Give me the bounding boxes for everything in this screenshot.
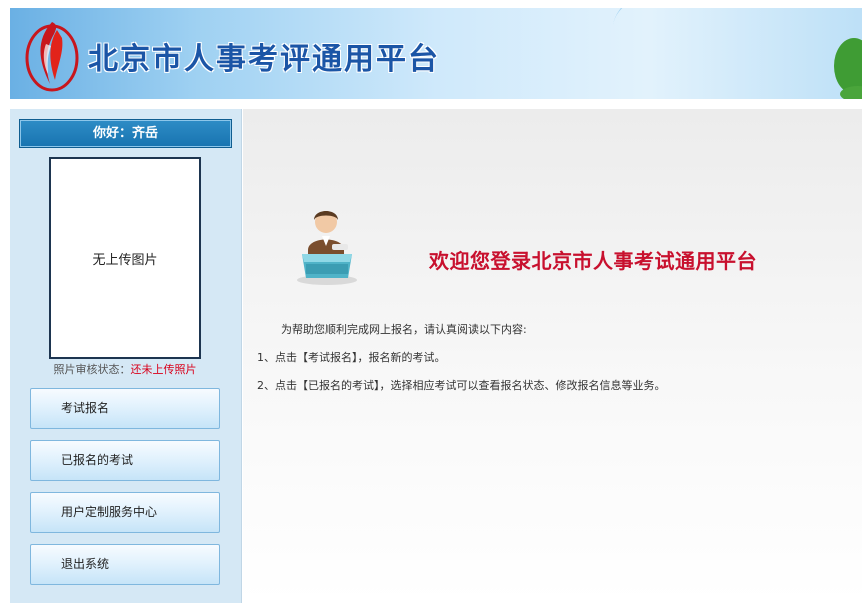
photo-status-value: 还未上传照片 [130, 363, 197, 376]
flame-logo-icon [25, 22, 79, 92]
photo-status-label: 照片审核状态： [53, 363, 131, 376]
registered-exams-button[interactable]: 已报名的考试 [30, 440, 220, 481]
header-banner: 北京市人事考评通用平台 [10, 8, 862, 99]
exam-registration-button[interactable]: 考试报名 [30, 388, 220, 429]
photo-status: 照片审核状态：还未上传照片 [10, 361, 240, 377]
tree-decoration-icon [834, 38, 862, 99]
user-service-center-button[interactable]: 用户定制服务中心 [30, 492, 220, 533]
main-content: 欢迎您登录北京市人事考试通用平台 为帮助您顺利完成网上报名，请认真阅读以下内容:… [243, 109, 862, 603]
welcome-heading: 欢迎您登录北京市人事考试通用平台 [429, 249, 757, 273]
user-photo-box: 无上传图片 [49, 157, 201, 359]
site-title: 北京市人事考评通用平台 [88, 42, 440, 77]
intro-text: 为帮助您顺利完成网上报名，请认真阅读以下内容: [281, 323, 527, 336]
instruction-step: 1、点击【考试报名】，报名新的考试。 [257, 351, 446, 364]
instruction-step: 2、点击【已报名的考试】，选择相应考试可以查看报名状态、修改报名信息等业务。 [257, 379, 666, 392]
sidebar: 你好：齐岳 无上传图片 照片审核状态：还未上传照片 考试报名 已报名的考试 用户… [10, 109, 242, 603]
user-greeting: 你好：齐岳 [19, 119, 232, 148]
banner-swoosh [598, 8, 862, 99]
logout-button[interactable]: 退出系统 [30, 544, 220, 585]
page: 北京市人事考评通用平台 你好：齐岳 无上传图片 照片审核状态：还未上传照片 考试… [0, 0, 862, 603]
photo-placeholder-text: 无上传图片 [92, 252, 158, 268]
service-agent-icon [297, 211, 357, 285]
